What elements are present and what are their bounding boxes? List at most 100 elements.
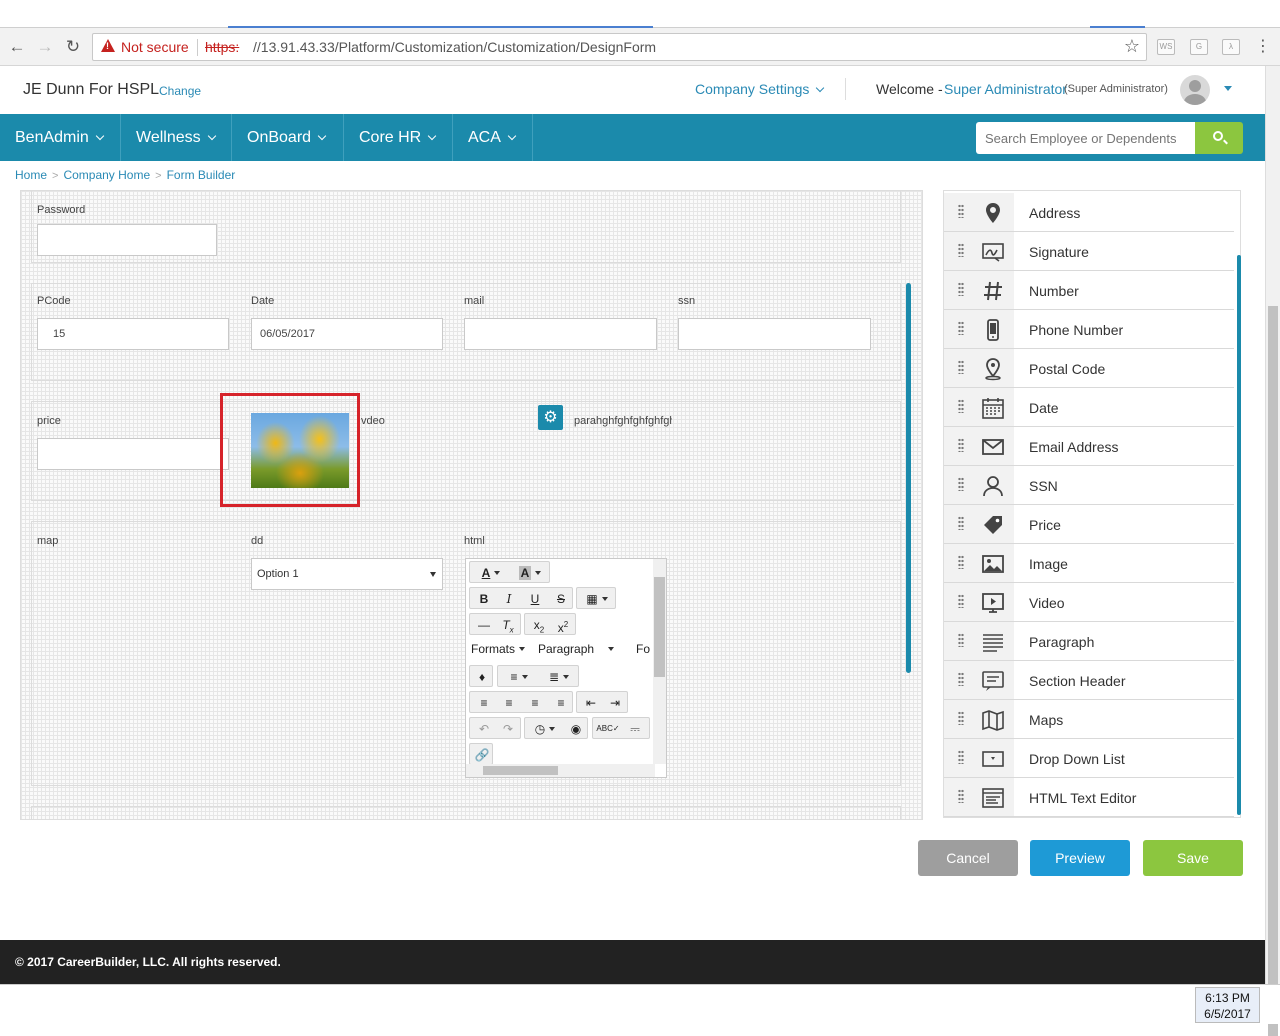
outdent-icon[interactable]: ⇤ [580,693,602,713]
nav-item-core-hr[interactable]: Core HR [344,114,453,161]
editor-vertical-scrollbar[interactable] [653,559,666,764]
grip-dots-icon [958,321,964,335]
palette-item-postal-code[interactable]: Postal Code [944,349,1234,388]
ssn-field[interactable] [678,318,871,350]
extension-icon[interactable]: G [1190,39,1208,55]
palette-item-label: Signature [1029,244,1089,260]
palette-item-signature[interactable]: Signature [944,232,1234,271]
breadcrumb-separator: > [155,170,162,182]
palette-item-image[interactable]: Image [944,544,1234,583]
preview-button[interactable]: Preview [1030,840,1130,876]
align-right-icon[interactable]: ≡ [524,693,546,713]
palette-item-date[interactable]: Date [944,388,1234,427]
superscript-icon[interactable]: x2 [552,615,574,635]
option-dropdown[interactable]: Option 1 [251,558,443,590]
company-settings-menu[interactable]: Company Settings [695,81,825,97]
nav-item-aca[interactable]: ACA [453,114,533,161]
user-name-link[interactable]: Super Administrator [944,81,1067,97]
form-row[interactable] [31,806,901,819]
link-icon[interactable]: 🔗 [471,745,493,765]
breadcrumb-form-builder[interactable]: Form Builder [167,168,236,182]
editor-horizontal-scrollbar[interactable] [466,764,655,777]
palette-item-address[interactable]: Address [944,193,1234,232]
address-bar[interactable]: Not secure https: //13.91.43.33/Platform… [92,33,1147,61]
paragraph-select[interactable]: Paragraph [538,639,628,659]
page-scrollbar[interactable] [1265,66,1280,1036]
clear-format-icon[interactable]: Tx [497,615,519,635]
palette-item-label: Price [1029,517,1061,533]
breadcrumb-home[interactable]: Home [15,168,47,182]
save-button[interactable]: Save [1143,840,1243,876]
subscript-icon[interactable]: x2 [528,615,550,635]
palette-item-drop-down-list[interactable]: Drop Down List [944,739,1234,778]
find-binoculars-icon[interactable]: ♦ [471,667,493,687]
date-field[interactable]: 06/05/2017 [251,318,443,350]
palette-item-maps[interactable]: Maps [944,700,1234,739]
palette-scrollbar[interactable] [1237,255,1241,815]
pdf-extension-icon[interactable]: λ [1222,39,1240,55]
search-button[interactable] [1195,122,1243,154]
formats-menu[interactable]: Formats [471,639,531,659]
preview-eye-icon[interactable]: ◉ [565,719,587,739]
bold-button[interactable]: B [473,589,495,609]
underline-button[interactable]: U [524,589,546,609]
palette-item-email-address[interactable]: Email Address [944,427,1234,466]
price-field[interactable] [37,438,229,470]
palette-item-paragraph[interactable]: Paragraph [944,622,1234,661]
search-employee-input[interactable] [976,122,1196,154]
nav-item-wellness[interactable]: Wellness [121,114,232,161]
palette-item-phone-number[interactable]: Phone Number [944,310,1234,349]
strikethrough-button[interactable]: S [550,589,572,609]
cancel-button[interactable]: Cancel [918,840,1018,876]
numbered-list-icon[interactable]: ≣ [540,667,578,687]
back-arrow-icon[interactable]: ← [6,36,28,58]
palette-item-label: Video [1029,595,1065,611]
pcode-field[interactable]: 15 [37,318,229,350]
palette-item-html-text-editor[interactable]: HTML Text Editor [944,778,1234,817]
text-color-button[interactable]: A [473,563,509,583]
forward-arrow-icon[interactable]: → [34,36,56,58]
mail-field[interactable] [464,318,657,350]
align-justify-icon[interactable]: ≡ [550,693,572,713]
table-icon[interactable]: ▦ [579,589,615,609]
indent-icon[interactable]: ⇥ [604,693,626,713]
breadcrumb-company-home[interactable]: Company Home [63,168,150,182]
canvas-scrollbar[interactable] [906,283,911,673]
palette-item-label: Phone Number [1029,322,1124,338]
system-clock[interactable]: 6:13 PM 6/5/2017 [1195,987,1260,1023]
menu-kebab-icon[interactable]: ⋮ [1252,36,1274,58]
extension-icon[interactable]: WS [1157,39,1175,55]
avatar[interactable] [1180,75,1210,105]
page-break-icon[interactable]: ⎓ [623,719,647,739]
scrollbar-thumb[interactable] [1268,306,1278,1036]
align-center-icon[interactable]: ≡ [498,693,520,713]
reload-icon[interactable]: ↻ [62,36,84,58]
scrollbar-thumb[interactable] [654,577,665,677]
bullet-list-icon[interactable]: ≡ [500,667,538,687]
nav-item-onboard[interactable]: OnBoard [232,114,344,161]
align-left-icon[interactable]: ≡ [473,693,495,713]
background-color-button[interactable]: A [512,563,548,583]
form-design-canvas[interactable]: Password PCode 15 Date 06/05/2017 mail s… [20,190,923,820]
clock-icon[interactable]: ◷ [527,719,563,739]
font-family-select[interactable]: Fo [636,639,652,659]
palette-item-price[interactable]: Price [944,505,1234,544]
gear-icon[interactable]: ⚙ [538,405,563,430]
italic-button[interactable]: I [498,589,520,609]
bookmark-star-icon[interactable]: ☆ [1124,36,1140,57]
caret-down-icon[interactable] [1224,86,1232,91]
redo-icon[interactable]: ↷ [497,719,519,739]
palette-item-section-header[interactable]: Section Header [944,661,1234,700]
palette-item-number[interactable]: Number [944,271,1234,310]
undo-icon[interactable]: ↶ [473,719,495,739]
palette-item-video[interactable]: Video [944,583,1234,622]
html-text-editor[interactable]: A A B I U S ▦ — Tx x2 x2 Formats Paragra… [465,558,667,778]
chevron-down-icon [207,131,216,141]
change-company-link[interactable]: Change [159,84,201,98]
horizontal-rule-icon[interactable]: — [473,615,495,635]
password-field[interactable] [37,224,217,256]
nav-item-benadmin[interactable]: BenAdmin [0,114,121,161]
scrollbar-thumb[interactable] [483,766,558,775]
spellcheck-icon[interactable]: ABC✓ [596,719,620,739]
palette-item-ssn[interactable]: SSN [944,466,1234,505]
